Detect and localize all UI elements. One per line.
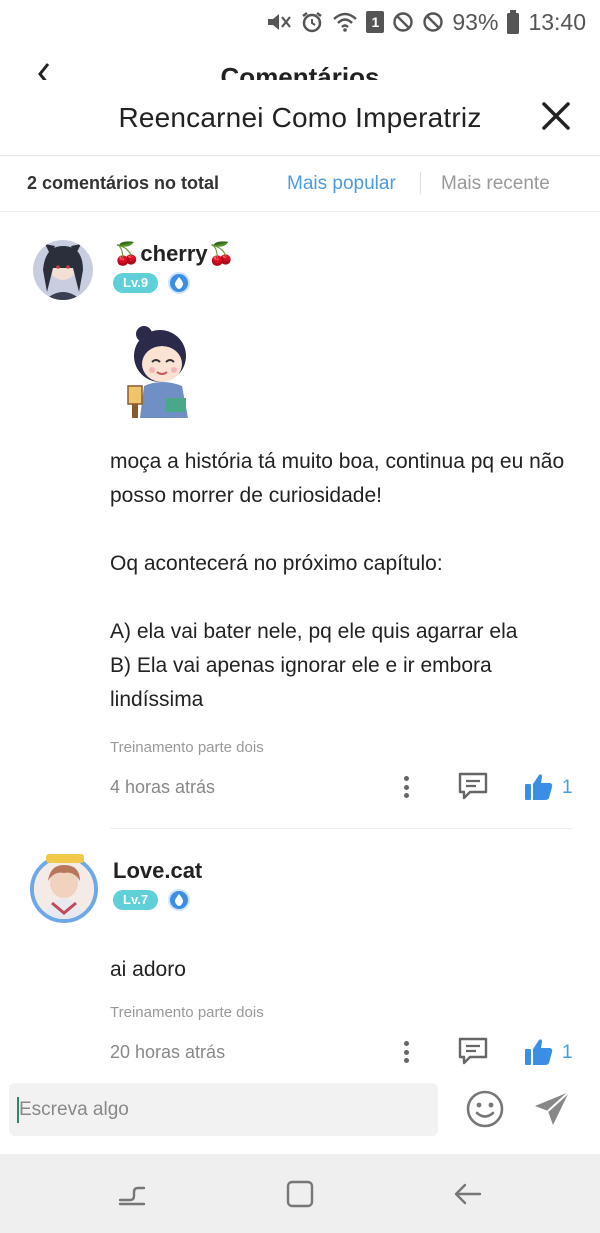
thumbs-up-icon[interactable] — [524, 1037, 554, 1067]
timestamp: 4 horas atrás — [110, 777, 216, 797]
like-count: 1 — [562, 777, 573, 798]
level-badge: Lv.9 — [113, 273, 159, 293]
send-icon[interactable] — [532, 1089, 572, 1129]
sim-icon: 1 — [366, 11, 385, 33]
battery-icon — [507, 10, 520, 34]
close-icon[interactable] — [540, 100, 572, 132]
drop-icon — [168, 889, 191, 911]
comment-item: Love.cat Lv.7 ai adoro Treinamento parte… — [0, 829, 600, 1067]
reply-icon[interactable] — [457, 1036, 489, 1066]
comment-text: ai adoro — [110, 958, 186, 981]
comment-input-bar: Escreva algo — [0, 1068, 600, 1154]
mute-icon — [268, 14, 292, 30]
thumbs-up-icon[interactable] — [524, 772, 554, 802]
chapter-tag[interactable]: Treinamento parte dois — [110, 1004, 264, 1021]
recent-apps-icon[interactable] — [116, 1178, 148, 1210]
sort-recent-tab[interactable]: Mais recente — [441, 173, 550, 195]
avatar[interactable] — [30, 855, 98, 923]
clock: 13:40 — [528, 8, 586, 35]
user-badges: Lv.9 — [113, 272, 191, 294]
like-count: 1 — [562, 1042, 573, 1063]
timestamp: 20 horas atrás — [110, 1042, 226, 1062]
alarm-icon — [302, 12, 323, 33]
battery-percent: 93% — [452, 8, 499, 35]
sort-popular-tab[interactable]: Mais popular — [287, 173, 396, 195]
modal-header: Reencarnei Como Imperatriz — [0, 80, 600, 156]
username[interactable]: Love.cat — [113, 858, 202, 884]
sort-bar: 2 comentários no total Mais popular Mais… — [0, 156, 600, 212]
status-bar: 1 93% 13:40 — [0, 0, 600, 44]
comment-item: 🍒cherry🍒 Lv.9 moça a história tá muito b… — [0, 212, 600, 828]
input-placeholder: Escreva algo — [19, 1098, 129, 1120]
emoji-icon[interactable] — [465, 1089, 505, 1129]
blocked-icon — [423, 12, 444, 32]
more-options-icon[interactable] — [398, 773, 414, 801]
wifi-icon — [333, 12, 358, 32]
drop-icon — [168, 272, 191, 294]
blocked-icon — [393, 12, 414, 32]
system-nav-bar — [0, 1154, 600, 1233]
username[interactable]: 🍒cherry🍒 — [113, 241, 235, 267]
level-badge: Lv.7 — [113, 890, 159, 910]
user-badges: Lv.7 — [113, 889, 191, 911]
avatar[interactable] — [33, 240, 93, 300]
sort-divider — [420, 172, 421, 194]
reply-icon[interactable] — [457, 771, 489, 801]
sticker — [122, 320, 202, 420]
comment-count: 2 comentários no total — [27, 173, 220, 193]
background-header: Comentários — [0, 58, 600, 80]
modal-title: Reencarnei Como Imperatriz — [118, 101, 482, 133]
comment-input[interactable]: Escreva algo — [9, 1083, 438, 1136]
background-title: Comentários — [220, 62, 380, 80]
home-icon[interactable] — [284, 1178, 316, 1210]
more-options-icon[interactable] — [398, 1038, 414, 1066]
comment-text: moça a história tá muito boa, continua p… — [110, 450, 565, 711]
avatar-frame-crown — [46, 854, 84, 863]
chapter-tag[interactable]: Treinamento parte dois — [110, 739, 264, 756]
back-icon[interactable] — [452, 1178, 484, 1210]
